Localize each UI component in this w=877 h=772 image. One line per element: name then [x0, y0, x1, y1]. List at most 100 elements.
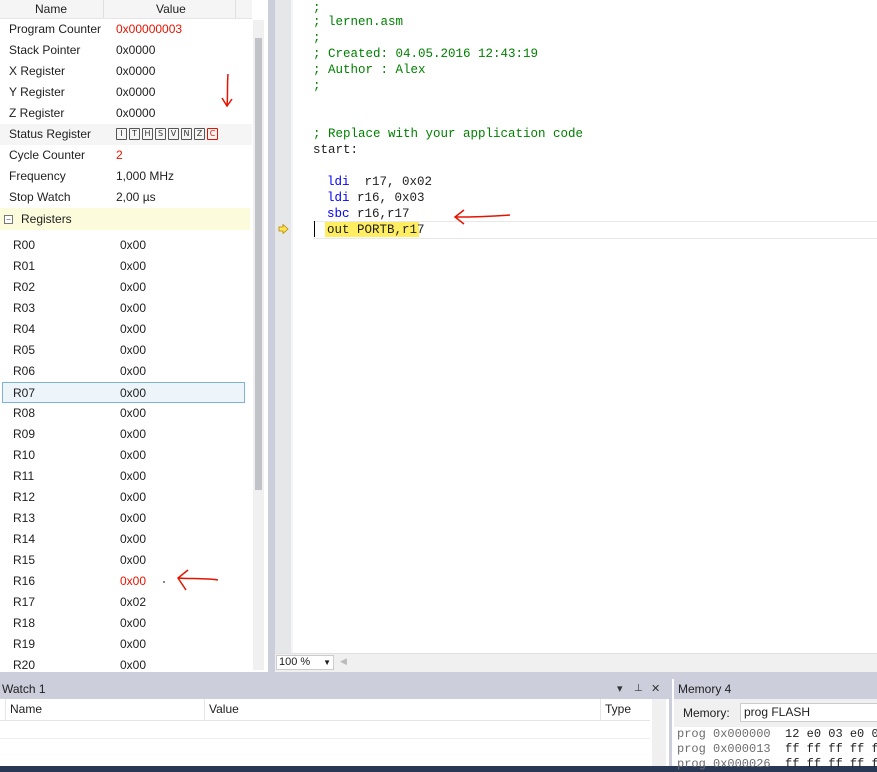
- property-value: 2: [116, 148, 123, 162]
- scroll-left-icon[interactable]: ◀: [340, 656, 347, 667]
- register-row[interactable]: R00 0x00: [2, 235, 245, 255]
- watch-type-column[interactable]: Type: [600, 699, 650, 720]
- register-row[interactable]: R08 0x00: [2, 403, 245, 423]
- window-menu-icon[interactable]: ▾: [617, 679, 623, 699]
- register-value: 0x00: [120, 448, 147, 462]
- stop-watch-row[interactable]: Stop Watch 2,00 µs: [0, 187, 252, 208]
- watch-value-column[interactable]: Value: [204, 699, 600, 720]
- code-line-comment: ;: [313, 79, 321, 93]
- memory-toolbar: Memory: prog FLASH: [674, 699, 877, 727]
- flag-h-checkbox[interactable]: H: [142, 128, 153, 140]
- code-line-comment: ; Author : Alex: [313, 63, 426, 77]
- name-column-header[interactable]: Name: [35, 2, 67, 16]
- code-editor[interactable]: [275, 0, 877, 672]
- register-name: R08: [13, 406, 36, 420]
- scrollbar-thumb[interactable]: [255, 38, 262, 490]
- register-name: R16: [13, 574, 36, 588]
- zoom-dropdown[interactable]: 100 % ▼: [276, 655, 334, 670]
- register-name: R13: [13, 511, 36, 525]
- code-line-comment: ; Created: 04.05.2016 12:43:19: [313, 47, 539, 61]
- program-counter-row[interactable]: Program Counter 0x00000003: [0, 19, 252, 40]
- horizontal-splitter[interactable]: [0, 672, 877, 679]
- code-line-comment: ; lernen.asm: [313, 15, 404, 29]
- flag-t-checkbox[interactable]: T: [129, 128, 140, 140]
- flag-c-checkbox[interactable]: C: [207, 128, 218, 140]
- text-caret: [314, 221, 315, 237]
- cycle-counter-row[interactable]: Cycle Counter 2: [0, 145, 252, 166]
- register-value: 0x02: [120, 595, 147, 609]
- register-name: R06: [13, 364, 36, 378]
- flag-z-checkbox[interactable]: Z: [194, 128, 205, 140]
- register-row[interactable]: R19 0x00: [2, 634, 245, 654]
- register-row[interactable]: R03 0x00: [2, 298, 245, 318]
- register-row[interactable]: R20 0x00: [2, 655, 245, 672]
- operands: PORTB,r17: [349, 223, 425, 237]
- indicator-margin[interactable]: [275, 0, 291, 653]
- register-name: R10: [13, 448, 36, 462]
- editor-status-strip: [275, 653, 877, 672]
- zoom-value: 100 %: [279, 656, 311, 668]
- register-value: 0x00: [120, 553, 147, 567]
- register-name: R17: [13, 595, 36, 609]
- stack-pointer-row[interactable]: Stack Pointer 0x0000: [0, 40, 252, 61]
- status-register-row[interactable]: Status Register I T H S V N Z C: [0, 124, 252, 145]
- property-name: X Register: [9, 64, 66, 78]
- register-row[interactable]: R10 0x00: [2, 445, 245, 465]
- register-row[interactable]: R02 0x00: [2, 277, 245, 297]
- register-name: R15: [13, 553, 36, 567]
- flag-n-checkbox[interactable]: N: [181, 128, 192, 140]
- watch-name-column[interactable]: Name: [5, 699, 204, 720]
- register-name: R01: [13, 259, 36, 273]
- register-row[interactable]: R11 0x00: [2, 466, 245, 486]
- register-row[interactable]: R04 0x00: [2, 319, 245, 339]
- register-row[interactable]: R13 0x00: [2, 508, 245, 528]
- flag-v-checkbox[interactable]: V: [168, 128, 179, 140]
- register-value: 0x00: [120, 386, 147, 400]
- column-separator[interactable]: [103, 0, 104, 18]
- watch-empty-row[interactable]: [0, 720, 650, 739]
- property-value: 0x0000: [116, 43, 156, 57]
- annotation-arrow-left: [453, 209, 511, 225]
- pin-icon[interactable]: ⊥: [634, 679, 643, 699]
- frequency-row[interactable]: Frequency 1,000 MHz: [0, 166, 252, 187]
- register-row[interactable]: R01 0x00: [2, 256, 245, 276]
- memory-line[interactable]: prog 0x000000 12 e0 03 e0 01: [677, 727, 877, 742]
- memory-space-select[interactable]: prog FLASH: [740, 703, 877, 722]
- register-name: R09: [13, 427, 36, 441]
- register-value: 0x00: [120, 616, 147, 630]
- register-name: R04: [13, 322, 36, 336]
- watch-scrollbar[interactable]: [652, 699, 666, 766]
- operands: r16, 0x03: [349, 191, 425, 205]
- code-line-instruction: ldi r17, 0x02: [327, 174, 432, 190]
- code-line-current-instruction: out PORTB,r17: [327, 222, 425, 238]
- flag-s-checkbox[interactable]: S: [155, 128, 166, 140]
- register-row[interactable]: R14 0x00: [2, 529, 245, 549]
- register-row[interactable]: R18 0x00: [2, 613, 245, 633]
- property-name: Frequency: [9, 169, 66, 183]
- register-row[interactable]: R12 0x00: [2, 487, 245, 507]
- register-value: 0x00: [120, 301, 147, 315]
- memory-panel-titlebar: Memory 4: [674, 679, 877, 699]
- memory-line[interactable]: prog 0x000026 ff ff ff ff ff: [677, 757, 877, 772]
- panel-splitter[interactable]: [268, 0, 275, 672]
- register-row[interactable]: R09 0x00: [2, 424, 245, 444]
- register-row[interactable]: R05 0x00: [2, 340, 245, 360]
- value-column-header[interactable]: Value: [156, 2, 186, 16]
- register-row[interactable]: R17 0x02: [2, 592, 245, 612]
- watch-panel-title: Watch 1: [2, 682, 46, 696]
- register-row[interactable]: R06 0x00: [2, 361, 245, 381]
- register-value: 0x00: [120, 406, 147, 420]
- property-name: Stop Watch: [9, 190, 71, 204]
- register-row-selected[interactable]: R07 0x00: [2, 382, 245, 403]
- memory-line[interactable]: prog 0x000013 ff ff ff ff ff: [677, 742, 877, 757]
- register-value: 0x00: [120, 238, 147, 252]
- collapse-toggle-icon[interactable]: −: [4, 215, 13, 224]
- registers-group-header[interactable]: − Registers: [0, 208, 250, 230]
- register-value-changed: 0x00: [120, 574, 147, 588]
- annotation-arrow-down: [221, 73, 233, 108]
- column-separator[interactable]: [235, 0, 236, 18]
- register-name: R14: [13, 532, 36, 546]
- code-line-instruction: ldi r16, 0x03: [327, 190, 425, 206]
- close-icon[interactable]: ✕: [651, 679, 660, 699]
- flag-i-checkbox[interactable]: I: [116, 128, 127, 140]
